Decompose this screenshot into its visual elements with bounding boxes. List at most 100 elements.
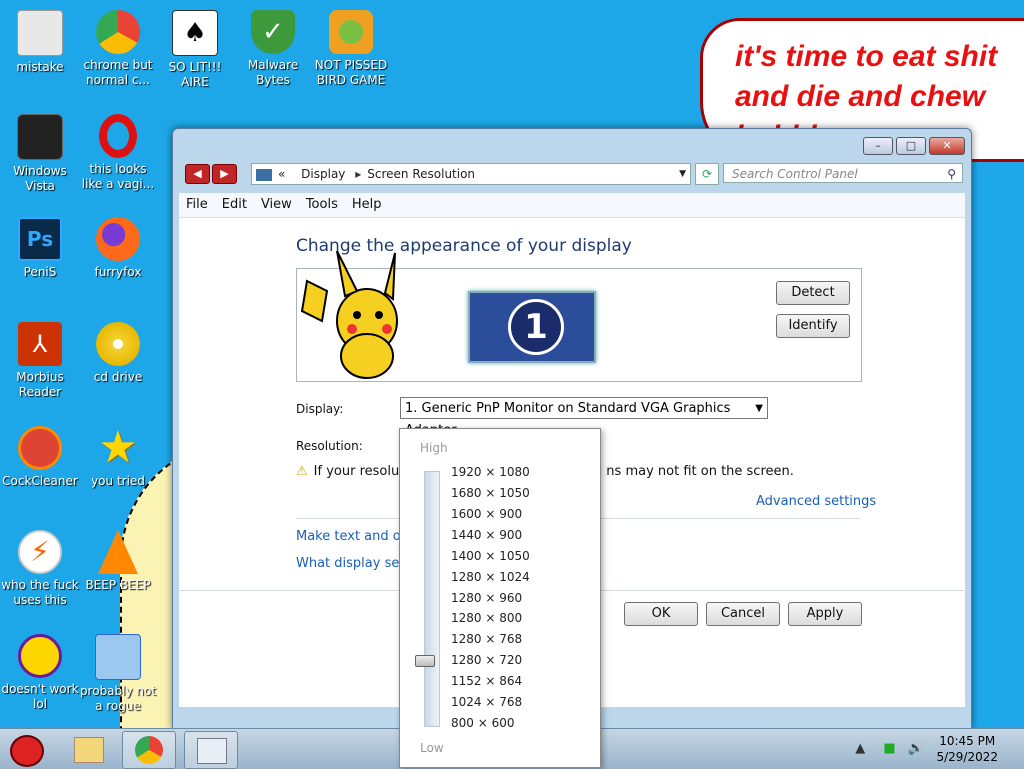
desktop-icon-windows-vista[interactable]: Windows Vista (0, 114, 80, 194)
close-button[interactable]: ✕ (929, 137, 965, 155)
chrome-icon (135, 736, 163, 764)
desktop-icon-lightning[interactable]: ⚡ who the fuck uses this (0, 530, 80, 608)
desktop-icon-mistake[interactable]: mistake (0, 10, 80, 75)
photoshop-icon: Ps (18, 217, 62, 261)
desktop-icon-yahoo[interactable]: doesn't work lol (0, 634, 80, 712)
apply-button[interactable]: Apply (788, 602, 862, 626)
clock-date: 5/29/2022 (936, 750, 998, 764)
resolution-option[interactable]: 1920 × 1080 (451, 465, 530, 479)
menu-file[interactable]: File (179, 193, 215, 217)
monitor-1-tile[interactable]: 1 (468, 291, 596, 363)
maximize-button[interactable]: □ (896, 137, 926, 155)
menu-edit[interactable]: Edit (215, 193, 254, 217)
resolution-option[interactable]: 1400 × 1050 (451, 549, 530, 563)
resolution-option[interactable]: 1440 × 900 (451, 528, 522, 542)
desktop-icon-malwarebytes[interactable]: ✓ Malware Bytes (233, 10, 313, 88)
computer-icon (17, 10, 63, 56)
vlc-icon (98, 530, 138, 574)
text-size-link[interactable]: Make text and oth (296, 529, 414, 544)
resolution-option[interactable]: 1280 × 800 (451, 611, 522, 625)
display-select[interactable]: 1. Generic PnP Monitor on Standard VGA G… (400, 397, 768, 438)
desktop-icon-cd-drive[interactable]: cd drive (78, 322, 158, 385)
nav-buttons: ◀ ▶ (185, 164, 237, 184)
breadcrumb-display[interactable]: Display (301, 167, 345, 181)
menu-view[interactable]: View (254, 193, 299, 217)
resolution-option[interactable]: 1600 × 900 (451, 507, 522, 521)
chevron-up-icon[interactable]: ▲ (855, 741, 865, 756)
pikachu-image (300, 251, 398, 379)
chrome-icon (96, 10, 140, 54)
search-placeholder: Search Control Panel (732, 167, 858, 181)
breadcrumb-screen-resolution[interactable]: Screen Resolution (367, 167, 475, 181)
icon-label: PeniS (23, 265, 57, 279)
resolution-option-selected[interactable]: 1280 × 720 (451, 653, 522, 667)
detect-button[interactable]: Detect (776, 281, 850, 305)
desktop-icon-vlc[interactable]: BEEP BEEP (78, 530, 158, 593)
icon-label: chrome but normal c... (83, 58, 153, 87)
clock[interactable]: 10:45 PM 5/29/2022 (936, 733, 998, 765)
icon-label: doesn't work lol (1, 682, 79, 711)
desktop-icon-ccleaner[interactable]: CockCleaner (0, 426, 80, 489)
resolution-option[interactable]: 1152 × 864 (451, 674, 522, 688)
forward-button[interactable]: ▶ (212, 164, 237, 184)
network-icon[interactable]: ■ (883, 741, 895, 756)
cancel-button[interactable]: Cancel (706, 602, 780, 626)
angry-bird-icon (329, 10, 373, 54)
low-label: Low (420, 741, 444, 755)
resolution-option[interactable]: 1280 × 768 (451, 632, 522, 646)
warning-icon: ⚠ (296, 464, 308, 479)
search-icon[interactable]: ⚲ (947, 164, 956, 184)
speech-line-1: it's time to eat shit (735, 40, 998, 73)
warning-text-right: ns may not fit on the screen. (606, 464, 794, 479)
icon-label: CockCleaner (2, 474, 78, 488)
resolution-option[interactable]: 1024 × 768 (451, 695, 522, 709)
identify-button[interactable]: Identify (776, 314, 850, 338)
trash-icon (17, 114, 63, 160)
desktop-icon-you-tried[interactable]: ★ you tried (78, 426, 158, 489)
cd-icon (96, 322, 140, 366)
desktop-icon-setup[interactable]: probably not a rogue (78, 634, 158, 714)
advanced-settings-link[interactable]: Advanced settings (756, 494, 876, 509)
icon-label: mistake (16, 60, 64, 74)
resolution-slider-track[interactable] (424, 471, 440, 727)
resolution-option[interactable]: 1680 × 1050 (451, 486, 530, 500)
resolution-dropdown[interactable]: High 1920 × 1080 1680 × 1050 1600 × 900 … (399, 428, 601, 768)
chevron-down-icon[interactable]: ▼ (679, 164, 686, 184)
back-button[interactable]: ◀ (185, 164, 210, 184)
desktop-icon-bird-game[interactable]: NOT PISSED BIRD GAME (311, 10, 391, 88)
speech-line-2: and die and chew (735, 80, 986, 113)
menu-tools[interactable]: Tools (299, 193, 345, 217)
menu-help[interactable]: Help (345, 193, 389, 217)
resolution-option[interactable]: 800 × 600 (451, 716, 515, 730)
desktop-icon-pdf-reader[interactable]: ⅄ Morbius Reader (0, 322, 80, 400)
angry-bird-icon (10, 735, 44, 767)
desktop-icon-chrome[interactable]: chrome but normal c... (78, 10, 158, 88)
address-bar-row: ◀ ▶ « Display ▸ Screen Resolution ▼ ⟳ Sea… (179, 161, 965, 187)
icon-label: Morbius Reader (16, 370, 64, 399)
desktop-icon-photoshop[interactable]: Ps PeniS (0, 217, 80, 280)
address-bar[interactable]: « Display ▸ Screen Resolution ▼ (251, 163, 691, 185)
taskbar-control-panel[interactable] (184, 731, 238, 769)
volume-icon[interactable]: 🔊 (908, 741, 924, 756)
display-settings-link[interactable]: What display setti (296, 556, 413, 571)
start-button[interactable] (2, 731, 52, 767)
resolution-slider-thumb[interactable] (415, 655, 435, 667)
minimize-button[interactable]: – (863, 137, 893, 155)
resolution-option[interactable]: 1280 × 1024 (451, 570, 530, 584)
desktop-icon-opera[interactable]: this looks like a vagi... (78, 114, 158, 192)
ok-button[interactable]: OK (624, 602, 698, 626)
taskbar-explorer[interactable] (62, 731, 114, 767)
display-label: Display: (296, 402, 344, 416)
yahoo-icon (18, 634, 62, 678)
icon-label: NOT PISSED BIRD GAME (314, 58, 388, 87)
refresh-button[interactable]: ⟳ (695, 163, 719, 185)
warning-text-left: If your resolut (313, 464, 405, 479)
star-icon: ★ (98, 422, 138, 473)
control-panel-icon (256, 168, 272, 181)
desktop-icon-solitaire[interactable]: ♠ SO LIT!!! AIRE (155, 10, 235, 90)
desktop-icon-firefox[interactable]: furryfox (78, 217, 158, 280)
taskbar-chrome[interactable] (122, 731, 176, 769)
search-input[interactable]: Search Control Panel ⚲ (723, 163, 963, 183)
resolution-option[interactable]: 1280 × 960 (451, 591, 522, 605)
icon-label: this looks like a vagi... (81, 162, 155, 191)
